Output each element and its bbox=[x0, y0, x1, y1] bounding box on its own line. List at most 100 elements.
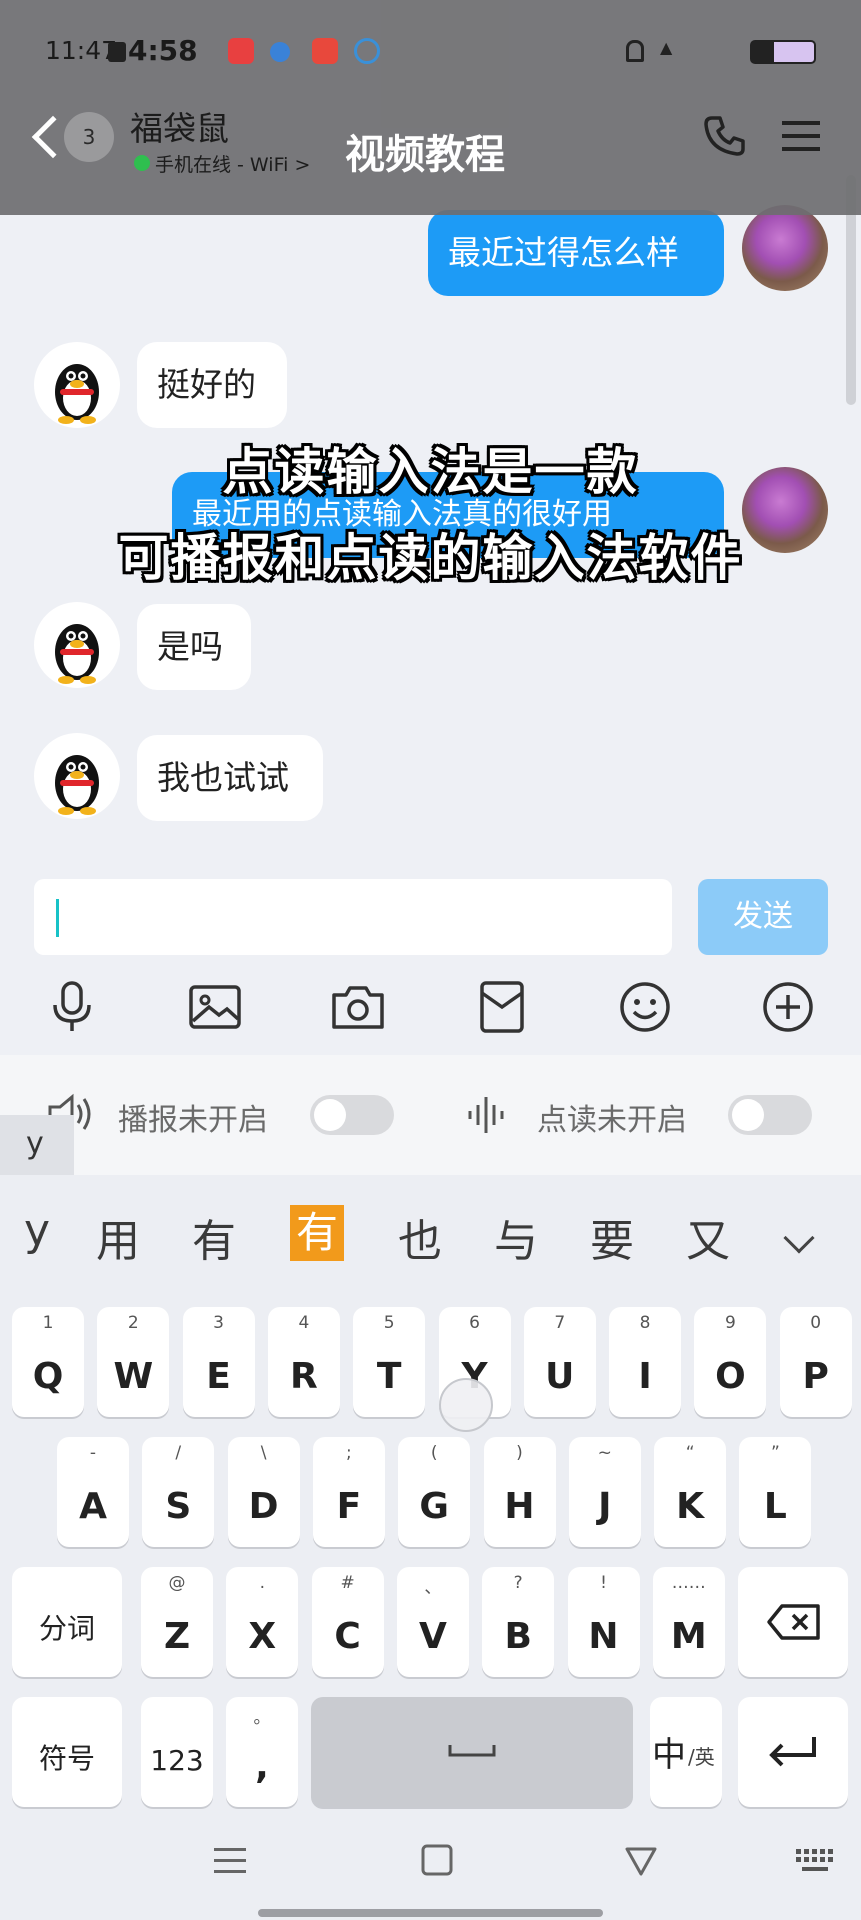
qq-penguin-icon bbox=[55, 624, 99, 684]
key-secondary-label: ( bbox=[430, 1443, 438, 1463]
key-secondary-label: ; bbox=[346, 1443, 352, 1463]
toggle-knob bbox=[732, 1099, 764, 1131]
key-g[interactable]: (G bbox=[398, 1437, 471, 1547]
language-switch-key[interactable]: 中/英 bbox=[650, 1697, 722, 1807]
key-label: F bbox=[336, 1486, 362, 1527]
back-triangle-icon[interactable] bbox=[624, 1845, 658, 1877]
key-p[interactable]: 0P bbox=[779, 1307, 852, 1417]
image-icon[interactable] bbox=[185, 977, 245, 1037]
key-d[interactable]: \ D bbox=[227, 1437, 300, 1547]
key-e[interactable]: 3E bbox=[182, 1307, 255, 1417]
key-f[interactable]: ; F bbox=[312, 1437, 385, 1547]
key-secondary-label: 。 bbox=[253, 1708, 271, 1728]
contact-avatar[interactable] bbox=[34, 602, 120, 688]
menu-icon[interactable] bbox=[780, 118, 822, 154]
add-icon[interactable] bbox=[758, 977, 818, 1037]
home-indicator[interactable] bbox=[258, 1909, 603, 1917]
key-b[interactable]: ? B bbox=[482, 1567, 555, 1677]
key-secondary-label: 4 bbox=[298, 1313, 310, 1333]
key-m[interactable]: …… M bbox=[652, 1567, 725, 1677]
key-o[interactable]: 9O bbox=[694, 1307, 767, 1417]
key-l[interactable]: ” L bbox=[739, 1437, 812, 1547]
message-bubble-contact[interactable]: 挺好的 bbox=[137, 342, 287, 428]
candidate-word-selected[interactable]: 有 bbox=[290, 1205, 345, 1261]
contact-avatar[interactable] bbox=[34, 342, 120, 428]
camera-icon[interactable] bbox=[328, 977, 388, 1037]
key-label: H bbox=[504, 1486, 535, 1527]
menu-lines-icon[interactable] bbox=[212, 1845, 248, 1877]
segment-key[interactable]: 分词 bbox=[12, 1567, 122, 1677]
key-label: , bbox=[255, 1746, 269, 1787]
online-status-dot bbox=[134, 155, 150, 171]
key-label: 123 bbox=[150, 1744, 204, 1777]
toggle-knob bbox=[314, 1099, 346, 1131]
message-input[interactable] bbox=[34, 879, 672, 955]
number-key[interactable]: 123 bbox=[141, 1697, 213, 1807]
red-packet-icon[interactable] bbox=[472, 977, 532, 1037]
notification-app-icon bbox=[270, 42, 290, 62]
key-label: M bbox=[670, 1616, 707, 1657]
key-secondary-label: 5 bbox=[383, 1313, 395, 1333]
key-u[interactable]: 7U bbox=[523, 1307, 596, 1417]
contact-name[interactable]: 福袋鼠 bbox=[130, 102, 229, 150]
key-q[interactable]: 1Q bbox=[12, 1307, 84, 1417]
key-a[interactable]: -A bbox=[57, 1437, 129, 1547]
key-v[interactable]: 、 V bbox=[396, 1567, 469, 1677]
qq-penguin-icon bbox=[55, 755, 99, 815]
key-secondary-label: 6 bbox=[469, 1313, 480, 1333]
emoji-icon[interactable] bbox=[615, 977, 675, 1037]
key-j[interactable]: ~ J bbox=[568, 1437, 641, 1547]
candidate-word[interactable]: 用 bbox=[96, 1205, 140, 1269]
chevron-down-icon[interactable] bbox=[783, 1222, 815, 1254]
key-label: 符号 bbox=[38, 1742, 95, 1775]
key-label: R bbox=[290, 1356, 318, 1397]
key-label: S bbox=[165, 1486, 192, 1527]
enter-icon bbox=[769, 1737, 816, 1767]
key-label: I bbox=[638, 1356, 652, 1397]
key-secondary-label: “ bbox=[685, 1443, 695, 1463]
my-avatar[interactable] bbox=[742, 205, 828, 291]
enter-key[interactable] bbox=[738, 1697, 848, 1807]
candidate-word[interactable]: 也 bbox=[398, 1205, 442, 1269]
message-bubble-me[interactable]: 最近过得怎么样 bbox=[428, 210, 724, 296]
key-secondary-label: 9 bbox=[724, 1313, 736, 1333]
message-bubble-contact[interactable]: 我也试试 bbox=[137, 735, 323, 821]
comma-key[interactable]: 。, bbox=[226, 1697, 298, 1807]
key-t[interactable]: 5T bbox=[353, 1307, 426, 1417]
microphone-icon[interactable] bbox=[42, 977, 102, 1037]
key-k[interactable]: “K bbox=[654, 1437, 727, 1547]
key-h[interactable]: ) H bbox=[483, 1437, 556, 1547]
key-x[interactable]: .X bbox=[226, 1567, 299, 1677]
key-n[interactable]: ! N bbox=[567, 1567, 640, 1677]
symbol-key[interactable]: 符号 bbox=[12, 1697, 122, 1807]
key-label: E bbox=[206, 1356, 231, 1397]
phone-icon[interactable] bbox=[700, 112, 748, 160]
candidate-word[interactable]: 又 bbox=[686, 1205, 730, 1269]
space-key[interactable] bbox=[311, 1697, 633, 1807]
key-secondary-label: - bbox=[89, 1443, 97, 1463]
key-secondary-label: ~ bbox=[597, 1443, 612, 1463]
key-secondary-label: 0 bbox=[810, 1313, 822, 1333]
backspace-key[interactable] bbox=[738, 1567, 848, 1677]
keyboard-hide-icon[interactable] bbox=[794, 1847, 836, 1875]
key-c[interactable]: # C bbox=[311, 1567, 384, 1677]
battery-icon bbox=[750, 40, 816, 64]
key-label: W bbox=[113, 1356, 154, 1397]
key-i[interactable]: 8I bbox=[609, 1307, 682, 1417]
home-square-icon[interactable] bbox=[420, 1843, 454, 1877]
candidate-word[interactable]: 要 bbox=[590, 1205, 634, 1269]
candidate-word[interactable]: 有 bbox=[192, 1205, 236, 1269]
key-z[interactable]: @ Z bbox=[141, 1567, 213, 1677]
candidate-pinyin[interactable]: y bbox=[24, 1205, 50, 1256]
signal-icon: ▲ bbox=[660, 38, 673, 57]
broadcast-toggle[interactable] bbox=[310, 1095, 394, 1135]
key-r[interactable]: 4R bbox=[267, 1307, 340, 1417]
contact-avatar[interactable] bbox=[34, 733, 120, 819]
read-toggle[interactable] bbox=[728, 1095, 812, 1135]
candidate-word[interactable]: 与 bbox=[494, 1205, 538, 1269]
touch-indicator bbox=[439, 1378, 493, 1432]
key-s[interactable]: / S bbox=[142, 1437, 215, 1547]
key-w[interactable]: 2W bbox=[97, 1307, 170, 1417]
send-button[interactable]: 发送 bbox=[698, 879, 828, 955]
message-bubble-contact[interactable]: 是吗 bbox=[137, 604, 251, 690]
